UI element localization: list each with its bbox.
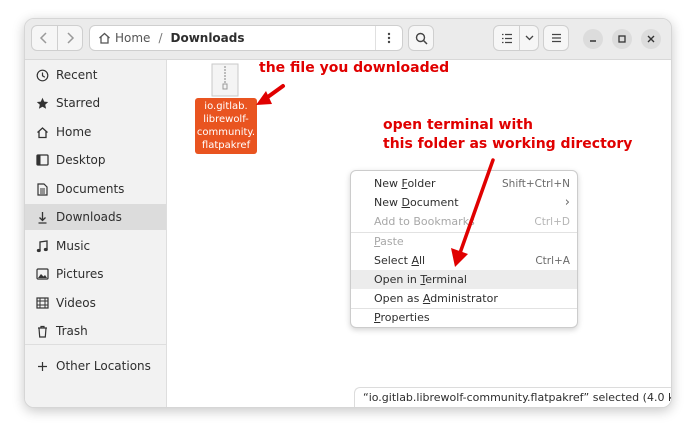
sidebar-item-label: Music — [56, 239, 91, 253]
clock-icon — [35, 68, 49, 82]
back-button[interactable] — [32, 26, 57, 50]
menu-item-select-all[interactable]: Select All Ctrl+A — [351, 251, 577, 270]
annotation-file-note: the file you downloaded — [259, 60, 450, 76]
sidebar-item-other-locations[interactable]: Other Locations — [25, 353, 166, 379]
menu-item-new-folder[interactable]: New Folder Shift+Ctrl+N — [351, 174, 577, 193]
file-manager-window: Home / Downloads Recent Starred Home Des… — [24, 18, 672, 408]
file-name-line: librewolf- — [203, 114, 249, 125]
hamburger-icon — [551, 33, 561, 43]
menu-item-open-in-terminal[interactable]: Open in Terminal — [351, 270, 577, 289]
file-view: io.gitlab. librewolf- community. flatpak… — [167, 60, 671, 407]
sidebar-item-label: Home — [56, 125, 92, 139]
sidebar-item-pictures[interactable]: Pictures — [25, 261, 166, 287]
path-separator: / — [158, 31, 163, 45]
menu-item-paste: Paste — [351, 232, 577, 251]
kebab-menu-icon — [387, 32, 391, 44]
path-home[interactable]: Home — [98, 31, 150, 45]
main-menu-button[interactable] — [543, 25, 569, 51]
music-icon — [35, 239, 49, 253]
menu-item-label: Select All — [374, 254, 426, 267]
menu-item-accelerator: Shift+Ctrl+N — [502, 177, 570, 190]
sidebar-item-label: Starred — [56, 96, 101, 110]
sidebar-divider — [25, 344, 166, 345]
home-icon — [35, 125, 49, 139]
status-bar: “io.gitlab.librewolf-community.flatpakre… — [354, 387, 671, 407]
headerbar: Home / Downloads — [25, 19, 671, 60]
menu-item-label: New Document — [374, 196, 459, 209]
chevron-left-icon — [40, 32, 47, 44]
sidebar-item-documents[interactable]: Documents — [25, 176, 166, 202]
sidebar-item-label: Other Locations — [56, 359, 151, 373]
menu-item-label: New Folder — [374, 177, 436, 190]
menu-item-label: Open as Administrator — [374, 292, 498, 305]
menu-item-open-as-administrator[interactable]: Open as Administrator — [351, 289, 577, 308]
minimize-button[interactable] — [583, 29, 603, 49]
sidebar-item-home[interactable]: Home — [25, 119, 166, 145]
archive-file-icon — [211, 63, 239, 97]
sidebar-item-starred[interactable]: Starred — [25, 90, 166, 116]
home-icon — [99, 32, 110, 44]
navigation-buttons — [31, 25, 83, 51]
file-name-line: community. — [196, 127, 256, 138]
menu-item-add-to-bookmarks: Add to Bookmarks Ctrl+D — [351, 212, 577, 231]
sidebar-item-downloads[interactable]: Downloads — [25, 204, 166, 230]
sidebar-item-label: Documents — [56, 182, 125, 196]
document-icon — [35, 182, 49, 196]
file-name-line: io.gitlab. — [204, 101, 248, 112]
maximize-button[interactable] — [612, 29, 632, 49]
forward-button[interactable] — [56, 26, 83, 50]
list-view-button[interactable] — [494, 26, 519, 50]
menu-item-accelerator: Ctrl+A — [535, 254, 570, 267]
list-view-icon — [501, 33, 512, 43]
video-icon — [35, 296, 49, 310]
sidebar-item-label: Videos — [56, 296, 96, 310]
view-toggle-group — [493, 25, 539, 51]
menu-item-new-document[interactable]: New Document › — [351, 193, 577, 212]
menu-item-properties[interactable]: Properties — [351, 308, 577, 327]
context-menu: New Folder Shift+Ctrl+N New Document › A… — [350, 170, 578, 328]
download-icon — [35, 210, 49, 224]
sidebar-item-label: Pictures — [56, 267, 104, 281]
close-button[interactable] — [641, 29, 661, 49]
sidebar-item-label: Recent — [56, 68, 98, 82]
path-home-label: Home — [115, 31, 151, 45]
annotation-terminal-line2: this folder as working directory — [383, 136, 633, 152]
annotation-terminal-line1: open terminal with — [383, 117, 533, 133]
sidebar-item-music[interactable]: Music — [25, 233, 166, 259]
submenu-arrow-icon: › — [564, 195, 570, 210]
sidebar-item-label: Trash — [56, 324, 88, 338]
file-name-label: io.gitlab. librewolf- community. flatpak… — [195, 98, 257, 154]
menu-item-label: Properties — [374, 311, 430, 324]
close-icon — [647, 35, 655, 43]
picture-icon — [35, 267, 49, 281]
search-icon — [415, 32, 428, 45]
sidebar: Recent Starred Home Desktop Documents Do… — [25, 60, 167, 407]
search-button[interactable] — [408, 25, 434, 51]
path-bar: Home / Downloads — [89, 25, 403, 51]
minimize-icon — [590, 40, 596, 42]
path-current[interactable]: Downloads — [170, 31, 244, 45]
maximize-icon — [618, 35, 626, 43]
sidebar-item-desktop[interactable]: Desktop — [25, 147, 166, 173]
menu-item-accelerator: Ctrl+D — [534, 215, 570, 228]
sidebar-item-label: Downloads — [56, 210, 122, 224]
path-menu-button[interactable] — [375, 26, 402, 50]
file-name-line: flatpakref — [201, 140, 251, 151]
menu-item-label: Add to Bookmarks — [374, 215, 475, 228]
star-icon — [35, 96, 49, 110]
trash-icon — [35, 324, 49, 338]
menu-item-label: Paste — [374, 235, 404, 248]
sidebar-item-videos[interactable]: Videos — [25, 290, 166, 316]
chevron-down-icon — [525, 35, 534, 41]
chevron-right-icon — [67, 32, 74, 44]
view-options-button[interactable] — [519, 26, 538, 50]
sidebar-item-label: Desktop — [56, 153, 106, 167]
desktop-icon — [35, 153, 49, 167]
sidebar-item-recent[interactable]: Recent — [25, 62, 166, 88]
menu-item-label: Open in Terminal — [374, 273, 467, 286]
plus-icon — [35, 359, 49, 373]
sidebar-item-trash[interactable]: Trash — [25, 318, 166, 344]
